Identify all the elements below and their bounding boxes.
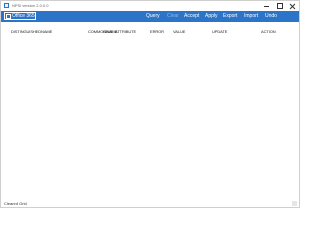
maximize-icon[interactable] bbox=[273, 1, 286, 11]
status-bar: Cleared Grid bbox=[1, 200, 299, 207]
app-icon bbox=[4, 3, 9, 8]
export-button[interactable]: Export bbox=[223, 12, 237, 21]
minimize-icon[interactable] bbox=[260, 1, 273, 11]
resize-grip-icon[interactable] bbox=[292, 201, 297, 206]
column-header-value[interactable]: VALUE bbox=[173, 29, 185, 34]
column-header-attribute[interactable]: ATTRIBUTE bbox=[115, 29, 136, 34]
title-bar[interactable]: NPSi version 2.0.0.0 bbox=[1, 1, 299, 11]
column-header-objectclass[interactable]: OBJE bbox=[103, 29, 113, 34]
accept-button[interactable]: Accept bbox=[184, 12, 199, 21]
clear-button[interactable]: Clear bbox=[167, 12, 179, 21]
status-text: Cleared Grid bbox=[4, 201, 27, 206]
column-header-distinguishedname[interactable]: DISTINGUISHEDNAME bbox=[11, 29, 52, 34]
close-icon[interactable] bbox=[286, 1, 299, 11]
column-header-action[interactable]: ACTION bbox=[261, 29, 276, 34]
import-button[interactable]: Import bbox=[244, 12, 258, 21]
brand-label: Office 365 bbox=[12, 13, 35, 19]
toolbar: Office 365 Query Clear Accept Apply Expo… bbox=[1, 11, 299, 22]
window-title: NPSi version 2.0.0.0 bbox=[12, 3, 49, 8]
grid-header: DISTINGUISHEDNAME COMMONNAME OBJE ATTRIB… bbox=[1, 22, 299, 36]
column-header-update[interactable]: UPDATE bbox=[212, 29, 227, 34]
data-grid[interactable] bbox=[1, 36, 299, 200]
undo-button[interactable]: Undo bbox=[265, 12, 277, 21]
column-header-error[interactable]: ERROR bbox=[150, 29, 164, 34]
apply-button[interactable]: Apply bbox=[205, 12, 218, 21]
office-icon bbox=[6, 13, 11, 19]
app-window: NPSi version 2.0.0.0 Office 365 Query Cl… bbox=[0, 0, 300, 208]
query-button[interactable]: Query bbox=[146, 12, 160, 21]
office365-logo: Office 365 bbox=[4, 12, 36, 20]
